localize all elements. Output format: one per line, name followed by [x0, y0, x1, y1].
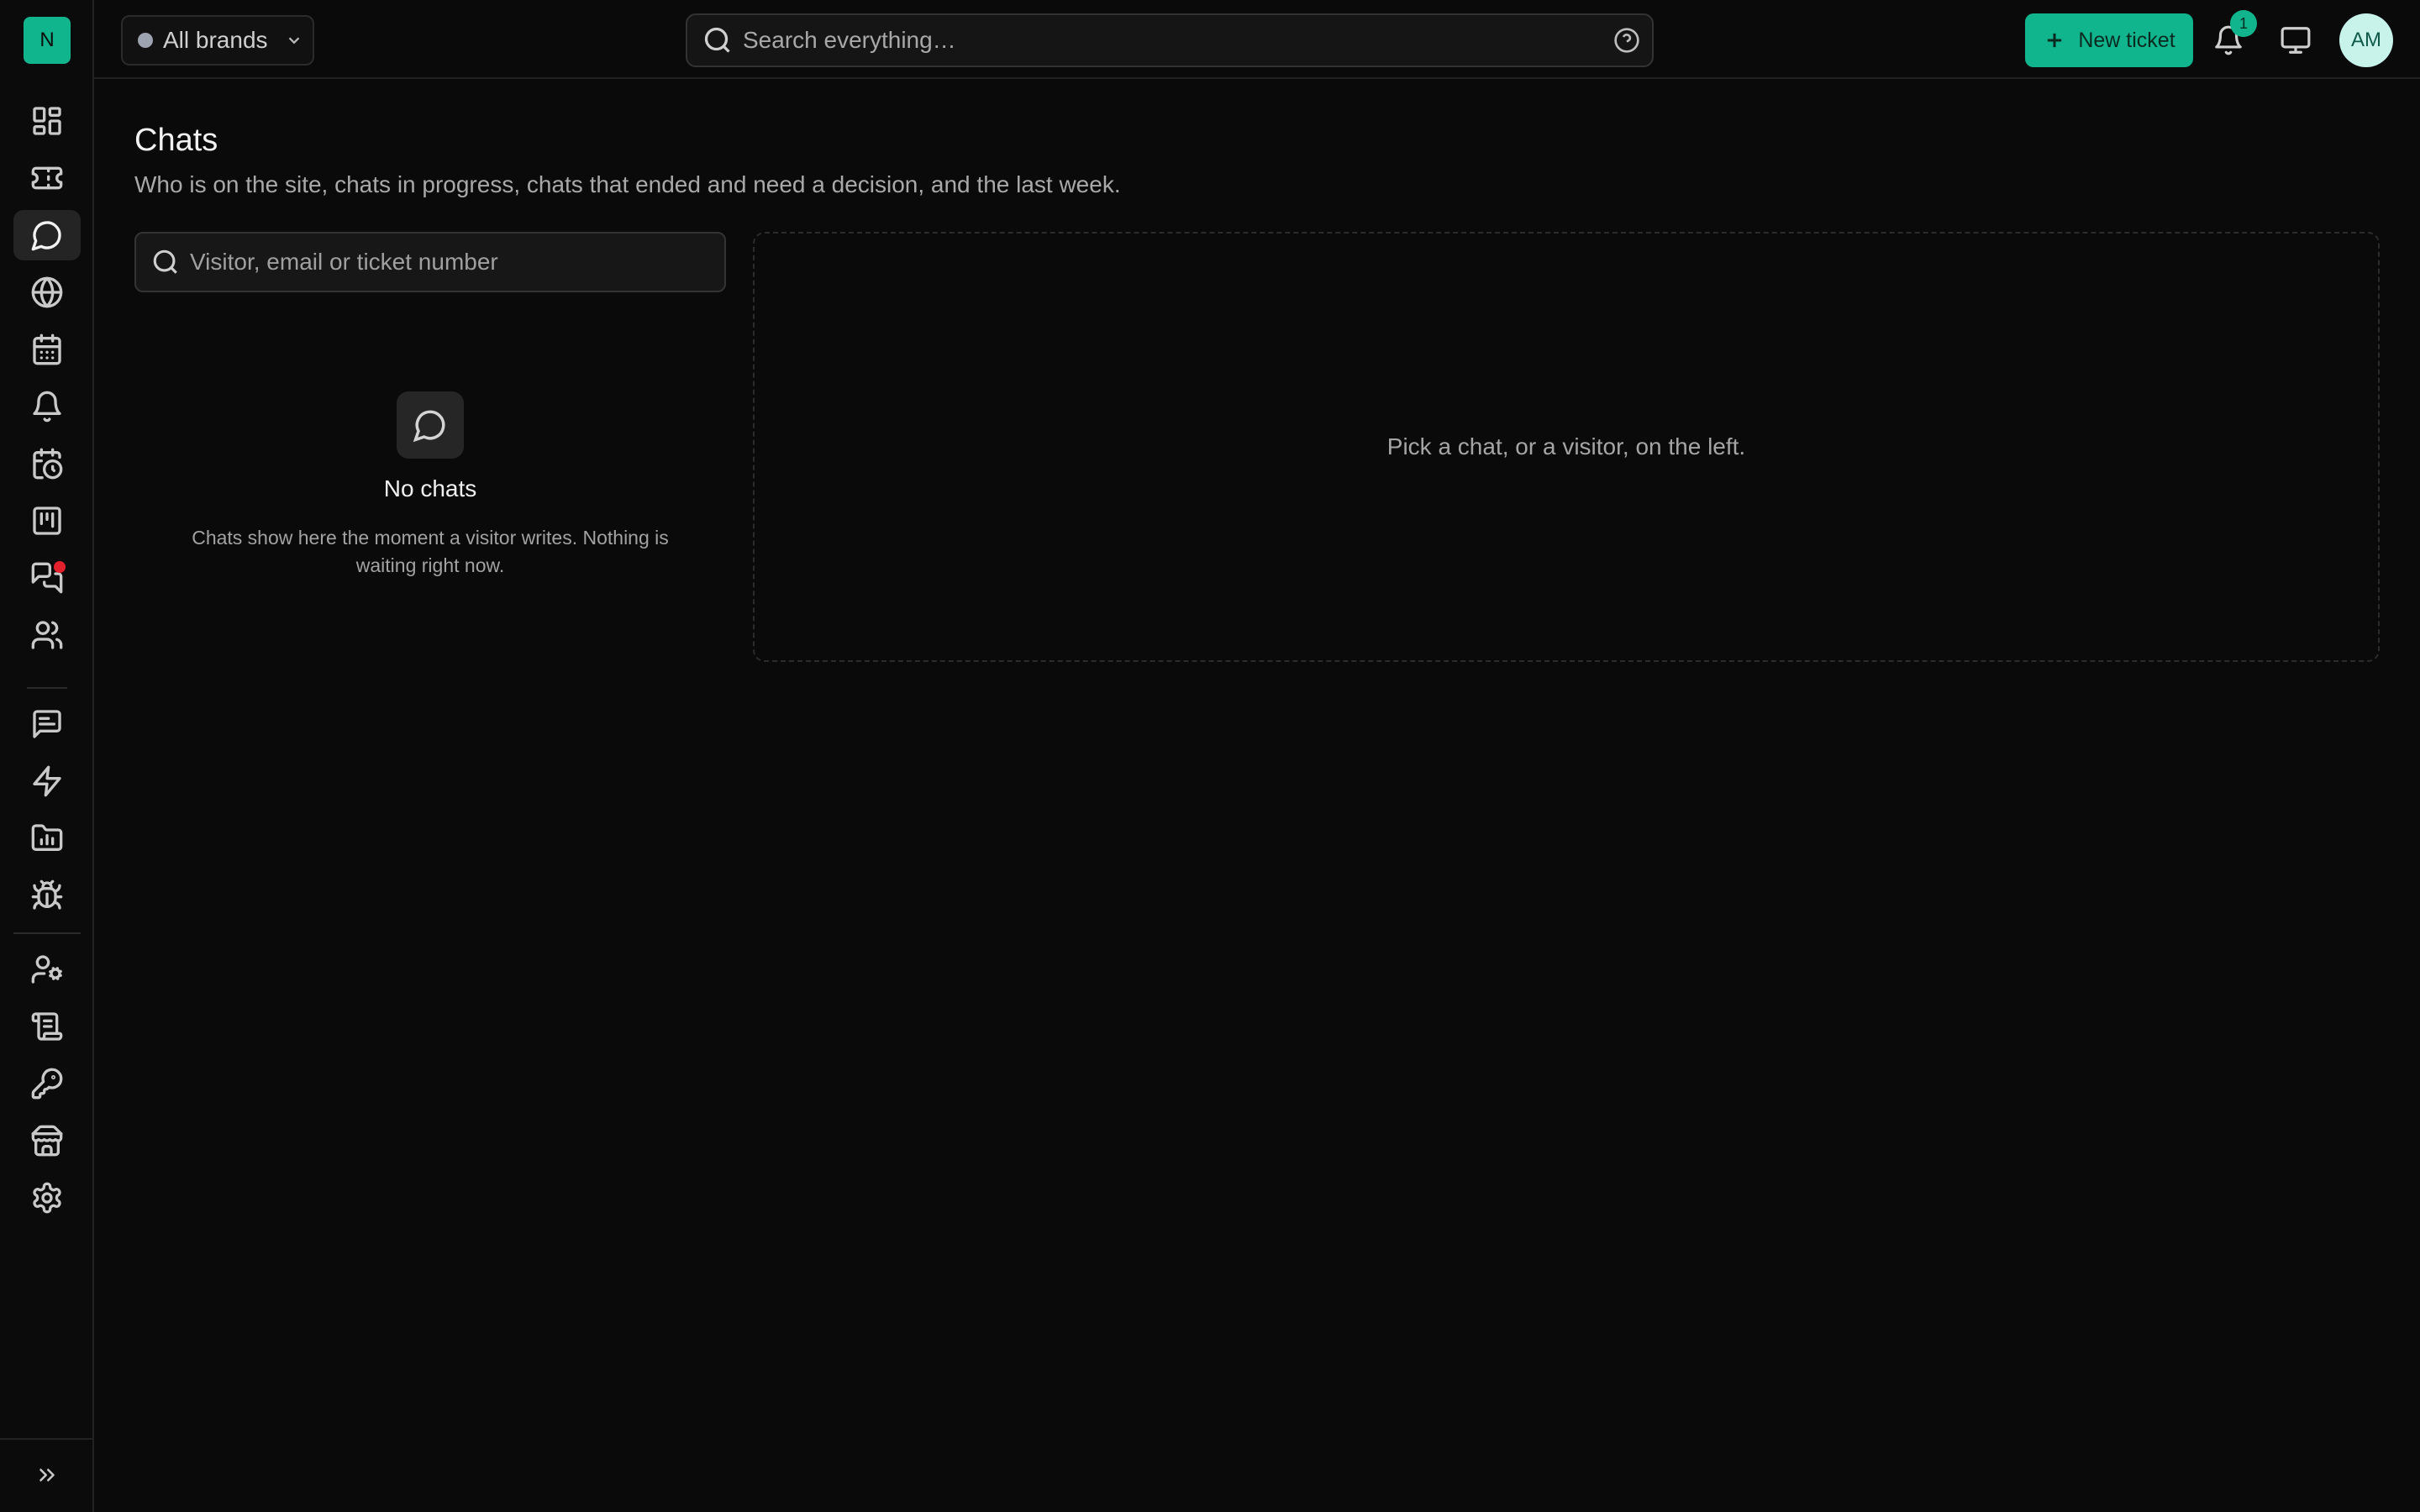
sidebar-item-settings[interactable] [13, 1173, 81, 1223]
app-logo[interactable]: N [24, 17, 71, 64]
sidebar-item-bugs[interactable] [13, 870, 81, 921]
sidebar-divider [13, 932, 81, 934]
bolt-icon [33, 765, 61, 797]
plus-icon [2048, 33, 2062, 48]
detail-hint: Pick a chat, or a visitor, on the left. [1386, 433, 1746, 459]
store-icon [31, 1125, 63, 1157]
empty-state: No chats Chats show here the moment a vi… [134, 391, 726, 580]
sidebar-item-agents[interactable] [13, 944, 81, 995]
brand-select-label: All brands [163, 27, 268, 53]
chat-search-input[interactable] [180, 234, 724, 291]
page-title: Chats [134, 123, 218, 158]
sidebar-divider [27, 687, 67, 689]
sidebar-item-alerts[interactable] [13, 381, 81, 432]
app-root: N All brands Search everything… New tick… [0, 0, 2420, 1512]
sidebar-item-chats[interactable] [13, 210, 81, 260]
scroll-icon [31, 1012, 63, 1041]
brand-color-dot [138, 33, 153, 48]
ticket-icon [31, 166, 63, 190]
kanban-icon [33, 507, 61, 535]
empty-state-text: Chats show here the moment a visitor wri… [192, 527, 669, 576]
sidebar-item-store[interactable] [13, 1116, 81, 1166]
global-search [686, 13, 1654, 67]
display-mode-button[interactable] [2274, 18, 2317, 62]
sidebar-item-customers[interactable] [13, 610, 81, 660]
chevron-down-icon [288, 37, 299, 45]
sidebar-item-conversations[interactable] [13, 553, 81, 603]
new-ticket-label: New ticket [2078, 28, 2175, 52]
topbar: All brands New ticket 1 AM [94, 0, 2420, 79]
globe-icon [31, 276, 63, 308]
sidebar-item-logs[interactable] [13, 1001, 81, 1052]
notifications-button[interactable]: 1 [2207, 10, 2257, 62]
bell-icon [33, 391, 61, 423]
user-cog-icon [31, 955, 62, 984]
message-square-text-icon [33, 710, 61, 738]
calendar-icon [33, 333, 61, 365]
users-icon [31, 621, 63, 649]
unread-dot [54, 561, 66, 573]
user-avatar[interactable]: AM [2339, 13, 2393, 67]
global-search-input[interactable] [733, 15, 1613, 66]
help-circle-icon[interactable] [1613, 27, 1640, 54]
bug-icon [31, 879, 63, 910]
search-icon [153, 249, 177, 274]
gear-icon [33, 1182, 61, 1214]
empty-state-title: No chats [383, 475, 477, 501]
search-icon [704, 27, 730, 53]
chat-search [134, 232, 726, 292]
empty-state-icon-tile [397, 391, 464, 459]
notification-count-badge: 1 [2230, 10, 2257, 37]
sidebar-item-dashboard[interactable] [13, 96, 81, 146]
chat-bubble-icon [413, 410, 445, 443]
sidebar-item-calendar[interactable] [13, 324, 81, 375]
chat-bubble-icon [31, 221, 61, 251]
monitor-icon [2281, 27, 2311, 54]
sidebar-item-tickets[interactable] [13, 153, 81, 203]
sidebar-item-board[interactable] [13, 496, 81, 546]
chevrons-right-icon [39, 1468, 55, 1482]
brand-select[interactable]: All brands [121, 15, 314, 66]
sidebar-item-schedules[interactable] [13, 438, 81, 489]
page-subtitle: Who is on the site, chats in progress, c… [134, 171, 1121, 197]
chat-detail-placeholder: Pick a chat, or a visitor, on the left. [753, 232, 2380, 662]
folder-chart-icon [31, 824, 63, 851]
sidebar-item-visitors[interactable] [13, 267, 81, 318]
key-icon [31, 1068, 63, 1100]
sidebar-item-api-keys[interactable] [13, 1058, 81, 1109]
sidebar: N [0, 0, 94, 1512]
new-ticket-button[interactable]: New ticket [2025, 13, 2193, 67]
sidebar-expand-button[interactable] [13, 1450, 81, 1500]
sidebar-item-canned-replies[interactable] [13, 699, 81, 749]
sidebar-item-automations[interactable] [13, 756, 81, 806]
calendar-clock-icon [33, 448, 63, 480]
grid-icon [33, 107, 61, 135]
sidebar-item-reports[interactable] [13, 813, 81, 864]
sidebar-footer-divider [0, 1438, 94, 1440]
